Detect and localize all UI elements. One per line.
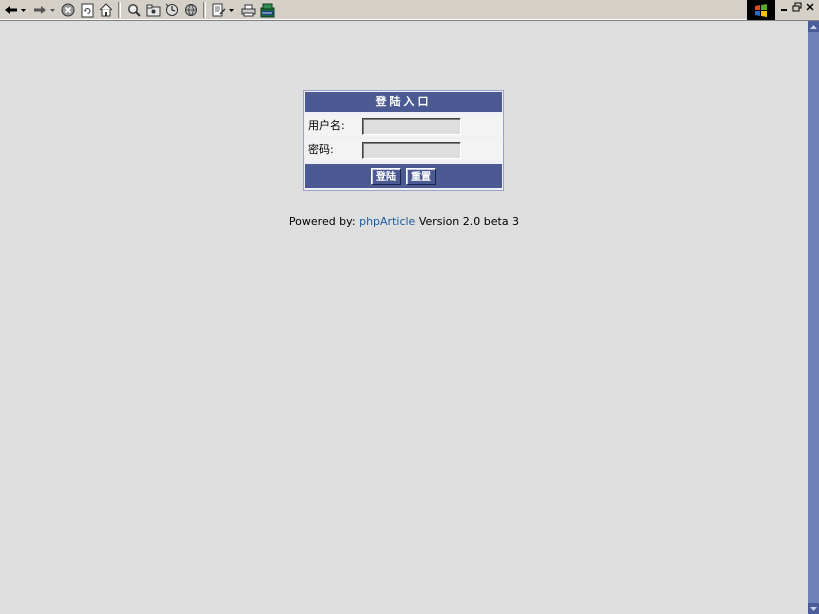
stop-icon[interactable] — [60, 2, 76, 18]
login-panel: 登陆入口 用户名: 密码: 登陆 重置 — [303, 90, 504, 191]
password-input[interactable] — [362, 142, 461, 159]
powered-by: Powered by: phpArticle Version 2.0 beta … — [0, 215, 808, 228]
edit-dropdown-icon[interactable] — [228, 2, 234, 18]
globe-icon[interactable] — [183, 2, 199, 18]
scroll-up-icon[interactable] — [808, 21, 819, 32]
password-row: 密码: — [305, 139, 502, 161]
forward-dropdown-icon[interactable] — [49, 2, 55, 18]
toolbar-separator — [203, 2, 206, 18]
scroll-down-icon[interactable] — [808, 603, 819, 614]
login-title: 登陆入口 — [305, 92, 502, 112]
vertical-scrollbar[interactable] — [808, 21, 819, 614]
back-arrow-icon[interactable] — [3, 2, 19, 18]
login-actions: 登陆 重置 — [305, 164, 502, 188]
browser-toolbar — [0, 0, 747, 21]
forward-arrow-icon[interactable] — [32, 2, 48, 18]
close-button[interactable] — [804, 2, 816, 14]
version-text: Version 2.0 beta 3 — [415, 215, 520, 228]
username-row: 用户名: — [305, 115, 502, 137]
favorites-icon[interactable] — [145, 2, 161, 18]
username-label: 用户名: — [308, 119, 345, 132]
back-dropdown-icon[interactable] — [20, 2, 26, 18]
home-icon[interactable] — [98, 2, 114, 18]
refresh-icon[interactable] — [79, 2, 95, 18]
windows-logo-icon — [747, 0, 775, 20]
edit-page-icon[interactable] — [211, 2, 227, 18]
phparticle-link[interactable]: phpArticle — [359, 215, 415, 228]
username-input[interactable] — [362, 118, 461, 135]
minimize-button[interactable] — [778, 2, 790, 14]
lite-icon[interactable] — [259, 2, 275, 18]
history-icon[interactable] — [164, 2, 180, 18]
login-button[interactable]: 登陆 — [371, 168, 401, 185]
password-label: 密码: — [308, 143, 334, 156]
window-controls — [747, 0, 819, 21]
print-icon[interactable] — [240, 2, 256, 18]
powered-by-prefix: Powered by: — [288, 215, 360, 228]
toolbar-separator — [118, 2, 121, 18]
reset-button[interactable]: 重置 — [406, 168, 436, 185]
search-icon[interactable] — [126, 2, 142, 18]
restore-button[interactable] — [791, 2, 803, 14]
